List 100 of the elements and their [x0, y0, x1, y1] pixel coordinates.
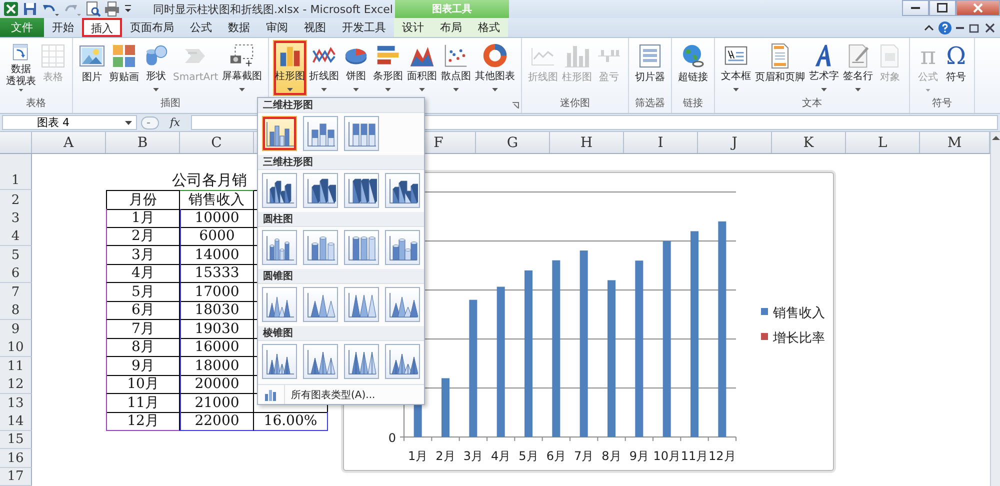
ribbon-button[interactable]: Ω 符号	[942, 40, 970, 96]
row-header[interactable]: 14	[0, 412, 32, 431]
ribbon-button[interactable]: 图片	[77, 40, 107, 96]
ribbon-tab[interactable]: 开始	[44, 18, 82, 37]
row-header[interactable]: 9	[0, 320, 32, 338]
ribbon-button[interactable]: 签名行	[841, 40, 876, 96]
table-cell: 2月	[106, 227, 180, 246]
chart-type-option[interactable]	[344, 173, 379, 208]
ribbon-button[interactable]: 形状	[141, 40, 171, 96]
pi-icon: π	[920, 43, 936, 69]
ribbon-tab[interactable]: 页面布局	[122, 18, 182, 37]
chart-type-option[interactable]	[303, 173, 338, 208]
column-header[interactable]: G	[476, 132, 550, 153]
chart-type-option[interactable]	[262, 230, 297, 265]
ribbon-button[interactable]: 饼图	[341, 40, 372, 96]
group-label: 符号	[931, 97, 954, 111]
chart-type-option[interactable]	[303, 287, 338, 322]
chart-type-option[interactable]	[385, 230, 420, 265]
ribbon-button[interactable]: 数据 透视表	[4, 40, 38, 96]
ribbon-tab[interactable]: 审阅	[258, 18, 296, 37]
bar[interactable]	[469, 300, 478, 437]
table-cell: 15333	[180, 264, 254, 283]
column-chart-icon	[264, 388, 278, 400]
ribbon-button[interactable]: 切片器	[633, 40, 668, 96]
column-header[interactable]: A	[32, 132, 106, 153]
row-header[interactable]: 10	[0, 338, 32, 357]
row-header[interactable]: 17	[0, 468, 32, 486]
dialog-launcher-icon[interactable]	[512, 102, 520, 109]
ribbon-button[interactable]: 其他图表	[473, 40, 518, 96]
ribbon-button[interactable]: 屏幕截图	[220, 40, 264, 96]
ribbon-tab[interactable]: 文件	[0, 18, 44, 37]
table-cell: 19030	[180, 320, 254, 338]
chart-type-option[interactable]	[303, 344, 338, 379]
ribbon-tab[interactable]: 格式	[470, 18, 508, 37]
ribbon-tab[interactable]: 视图	[296, 18, 334, 37]
ribbon-tab[interactable]: 公式	[182, 18, 220, 37]
ribbon-button[interactable]: 条形图	[371, 40, 406, 96]
chart-type-option[interactable]	[385, 173, 420, 208]
ribbon-tab[interactable]: 设计	[394, 18, 432, 37]
ribbon-tab[interactable]: 数据	[220, 18, 258, 37]
column-header[interactable]: C	[180, 132, 254, 153]
ribbon-tab[interactable]: 开发工具	[334, 18, 394, 37]
row-header[interactable]: 15	[0, 430, 32, 449]
legend-label: 增长比率	[773, 331, 825, 346]
table-cell: 6月	[106, 301, 180, 320]
ribbon-button[interactable]: 艺术字	[807, 40, 842, 96]
chart-type-option[interactable]	[344, 344, 379, 379]
chart-type-option[interactable]	[385, 344, 420, 379]
ribbon-button[interactable]: 超链接	[676, 40, 710, 96]
row-header[interactable]: 5	[0, 246, 32, 264]
chart-type-option[interactable]	[262, 344, 297, 379]
chart-type-option[interactable]	[262, 173, 297, 208]
ribbon-tab[interactable]: 插入	[82, 18, 122, 37]
column-header[interactable]: I	[624, 132, 698, 153]
bar[interactable]	[580, 250, 588, 437]
row-header[interactable]: 4	[0, 227, 32, 246]
chart-type-option[interactable]	[385, 287, 420, 322]
chart-type-option[interactable]	[344, 116, 379, 151]
chart-type-option[interactable]	[262, 287, 297, 322]
column-header[interactable]: K	[772, 132, 846, 153]
minimize-button[interactable]	[902, 0, 929, 16]
column-header[interactable]: J	[698, 132, 772, 153]
chart-type-option[interactable]	[303, 116, 338, 151]
column-header[interactable]: H	[550, 132, 624, 153]
row-header[interactable]: 13	[0, 394, 32, 412]
axis-label: 5月	[518, 449, 538, 463]
insert-function-button[interactable]: fx	[163, 116, 187, 129]
ribbon-tab[interactable]: 布局	[432, 18, 470, 37]
row-header[interactable]: 1	[0, 154, 32, 190]
ribbon-button[interactable]: 页眉和页脚	[753, 40, 808, 96]
bar[interactable]	[496, 286, 505, 437]
column-header[interactable]: B	[106, 132, 180, 153]
ribbon-button[interactable]: 文本框	[719, 40, 754, 96]
table-cell: 16000	[180, 338, 254, 357]
screenshot-icon	[229, 43, 256, 68]
ribbon-button[interactable]: 面积图	[405, 40, 440, 96]
ribbon-button[interactable]: 散点图	[439, 40, 474, 96]
bar[interactable]	[635, 260, 644, 437]
chart-type-option[interactable]	[303, 230, 338, 265]
row-header[interactable]: 2	[0, 190, 32, 210]
row-header[interactable]: 16	[0, 449, 32, 468]
chart-type-option[interactable]	[344, 287, 379, 322]
row-header[interactable]: 7	[0, 282, 32, 302]
ribbon-button[interactable]: 折线图	[307, 40, 342, 96]
row-header[interactable]: 12	[0, 375, 32, 394]
bar[interactable]	[552, 260, 560, 437]
row-header[interactable]: 6	[0, 264, 32, 283]
table-header: 月份	[106, 190, 180, 210]
chart-type-option[interactable]	[262, 116, 297, 151]
bar[interactable]	[662, 241, 671, 437]
bar[interactable]	[718, 221, 726, 437]
restore-button[interactable]	[929, 0, 956, 16]
chart-type-option[interactable]	[344, 230, 379, 265]
row-header[interactable]: 8	[0, 301, 32, 320]
column-header[interactable]: L	[846, 132, 920, 153]
ribbon-button[interactable]: 剪贴画	[107, 40, 141, 96]
name-box[interactable]: 图表 4	[2, 115, 137, 130]
row-header[interactable]: 3	[0, 208, 32, 228]
row-header[interactable]: 11	[0, 356, 32, 376]
close-button[interactable]	[956, 0, 1000, 16]
